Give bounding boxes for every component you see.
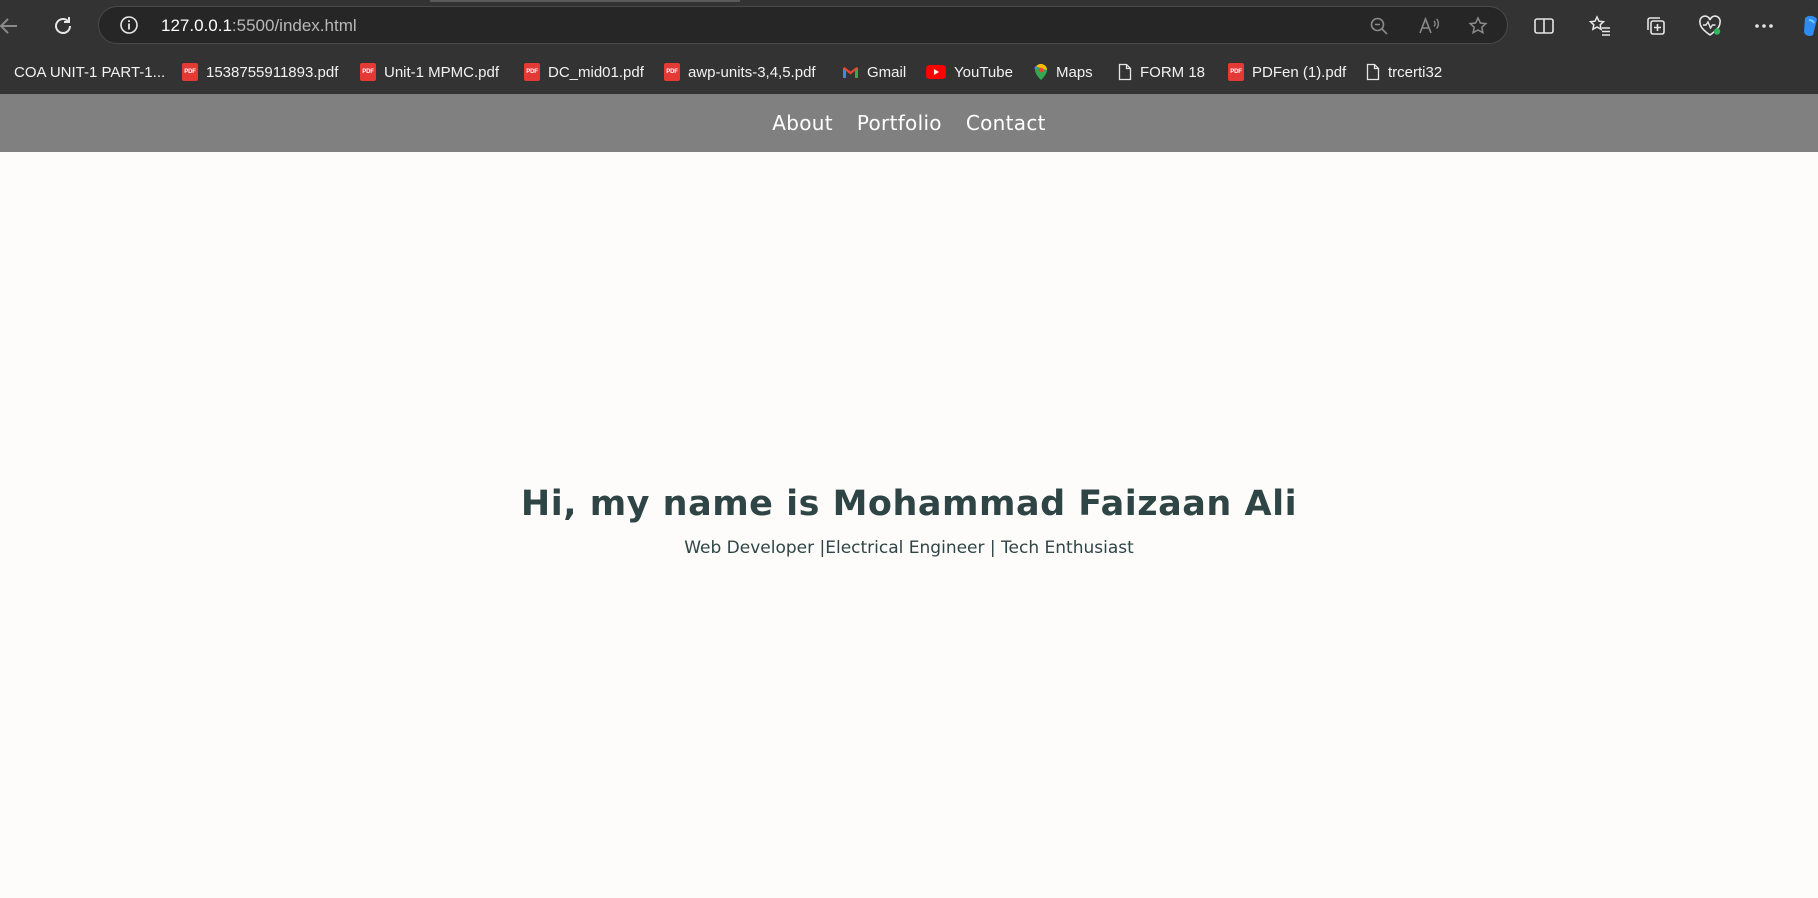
bookmark-item[interactable]: YouTube: [926, 60, 1013, 84]
bookmark-label: awp-units-3,4,5.pdf: [688, 63, 816, 81]
gmail-icon: [843, 66, 858, 78]
refresh-button[interactable]: [46, 9, 80, 43]
split-screen-icon[interactable]: [1530, 12, 1558, 40]
bookmark-item[interactable]: Gmail: [842, 60, 906, 84]
bookmark-label: Maps: [1056, 63, 1093, 81]
browser-chrome: 127.0.0.1:5500/index.html COA UNIT-1 PAR…: [0, 0, 1818, 94]
bookmark-item[interactable]: PDF DC_mid01.pdf: [524, 60, 644, 84]
bookmark-item[interactable]: COA UNIT-1 PART-1...: [14, 60, 165, 84]
url-host: 127.0.0.1: [161, 16, 232, 35]
page-icon: [1118, 63, 1132, 81]
favorite-star-icon[interactable]: [1467, 15, 1489, 37]
nav-link-portfolio[interactable]: Portfolio: [857, 111, 942, 135]
back-button[interactable]: [0, 9, 26, 43]
refresh-icon: [55, 17, 71, 34]
bookmark-label: Unit-1 MPMC.pdf: [384, 63, 500, 81]
favorites-icon[interactable]: [1586, 12, 1614, 40]
read-aloud-icon[interactable]: [1418, 15, 1440, 37]
bookmarks-bar: COA UNIT-1 PART-1... PDF 1538755911893.p…: [0, 52, 1818, 92]
bookmark-label: Gmail: [867, 63, 907, 81]
pdf-icon: PDF: [524, 63, 540, 81]
url-text[interactable]: 127.0.0.1:5500/index.html: [161, 16, 357, 36]
bookmark-item[interactable]: PDF Unit-1 MPMC.pdf: [360, 60, 499, 84]
zoom-out-icon[interactable]: [1368, 15, 1390, 37]
page-icon: [1366, 63, 1380, 81]
bookmark-item[interactable]: trcerti32: [1366, 60, 1442, 84]
nav-link-contact[interactable]: Contact: [966, 111, 1046, 135]
site-nav-bar: About Portfolio Contact: [0, 94, 1818, 152]
bookmark-label: 1538755911893.pdf: [206, 63, 339, 81]
bookmark-item[interactable]: FORM 18: [1118, 60, 1205, 84]
hero-heading: Hi, my name is Mohammad Faizaan Ali: [520, 484, 1298, 524]
pdf-icon: PDF: [1228, 63, 1244, 81]
browser-toolbar: 127.0.0.1:5500/index.html: [0, 0, 1818, 52]
address-bar[interactable]: 127.0.0.1:5500/index.html: [98, 6, 1508, 44]
bookmark-item[interactable]: PDF 1538755911893.pdf: [182, 60, 338, 84]
bookmark-label: YouTube: [954, 63, 1013, 81]
back-arrow-icon: [0, 18, 17, 34]
pdf-icon: PDF: [664, 63, 680, 81]
bookmark-item[interactable]: Maps: [1034, 60, 1093, 84]
bookmark-label: PDFen (1).pdf: [1252, 63, 1347, 81]
pdf-icon: PDF: [360, 63, 376, 81]
active-tab-indicator: [430, 0, 740, 2]
browser-essentials-icon[interactable]: [1696, 12, 1724, 40]
maps-icon: [1034, 63, 1047, 80]
youtube-icon: [926, 65, 946, 79]
more-options-icon[interactable]: [1750, 12, 1778, 40]
copilot-icon[interactable]: [1798, 12, 1818, 40]
bookmark-label: trcerti32: [1388, 63, 1443, 81]
site-info-icon[interactable]: [119, 15, 139, 40]
pdf-icon: PDF: [182, 63, 198, 81]
nav-link-about[interactable]: About: [772, 111, 833, 135]
bookmark-label: DC_mid01.pdf: [548, 63, 644, 81]
bookmark-label: COA UNIT-1 PART-1...: [14, 63, 166, 81]
hero-tagline: Web Developer |Electrical Engineer | Tec…: [684, 538, 1134, 558]
collections-icon[interactable]: [1642, 12, 1670, 40]
bookmark-item[interactable]: PDF awp-units-3,4,5.pdf: [664, 60, 816, 84]
url-path: :5500/index.html: [231, 16, 357, 35]
bookmark-label: FORM 18: [1140, 63, 1206, 81]
bookmark-item[interactable]: PDF PDFen (1).pdf: [1228, 60, 1346, 84]
hero-section: Hi, my name is Mohammad Faizaan Ali Web …: [0, 484, 1818, 558]
